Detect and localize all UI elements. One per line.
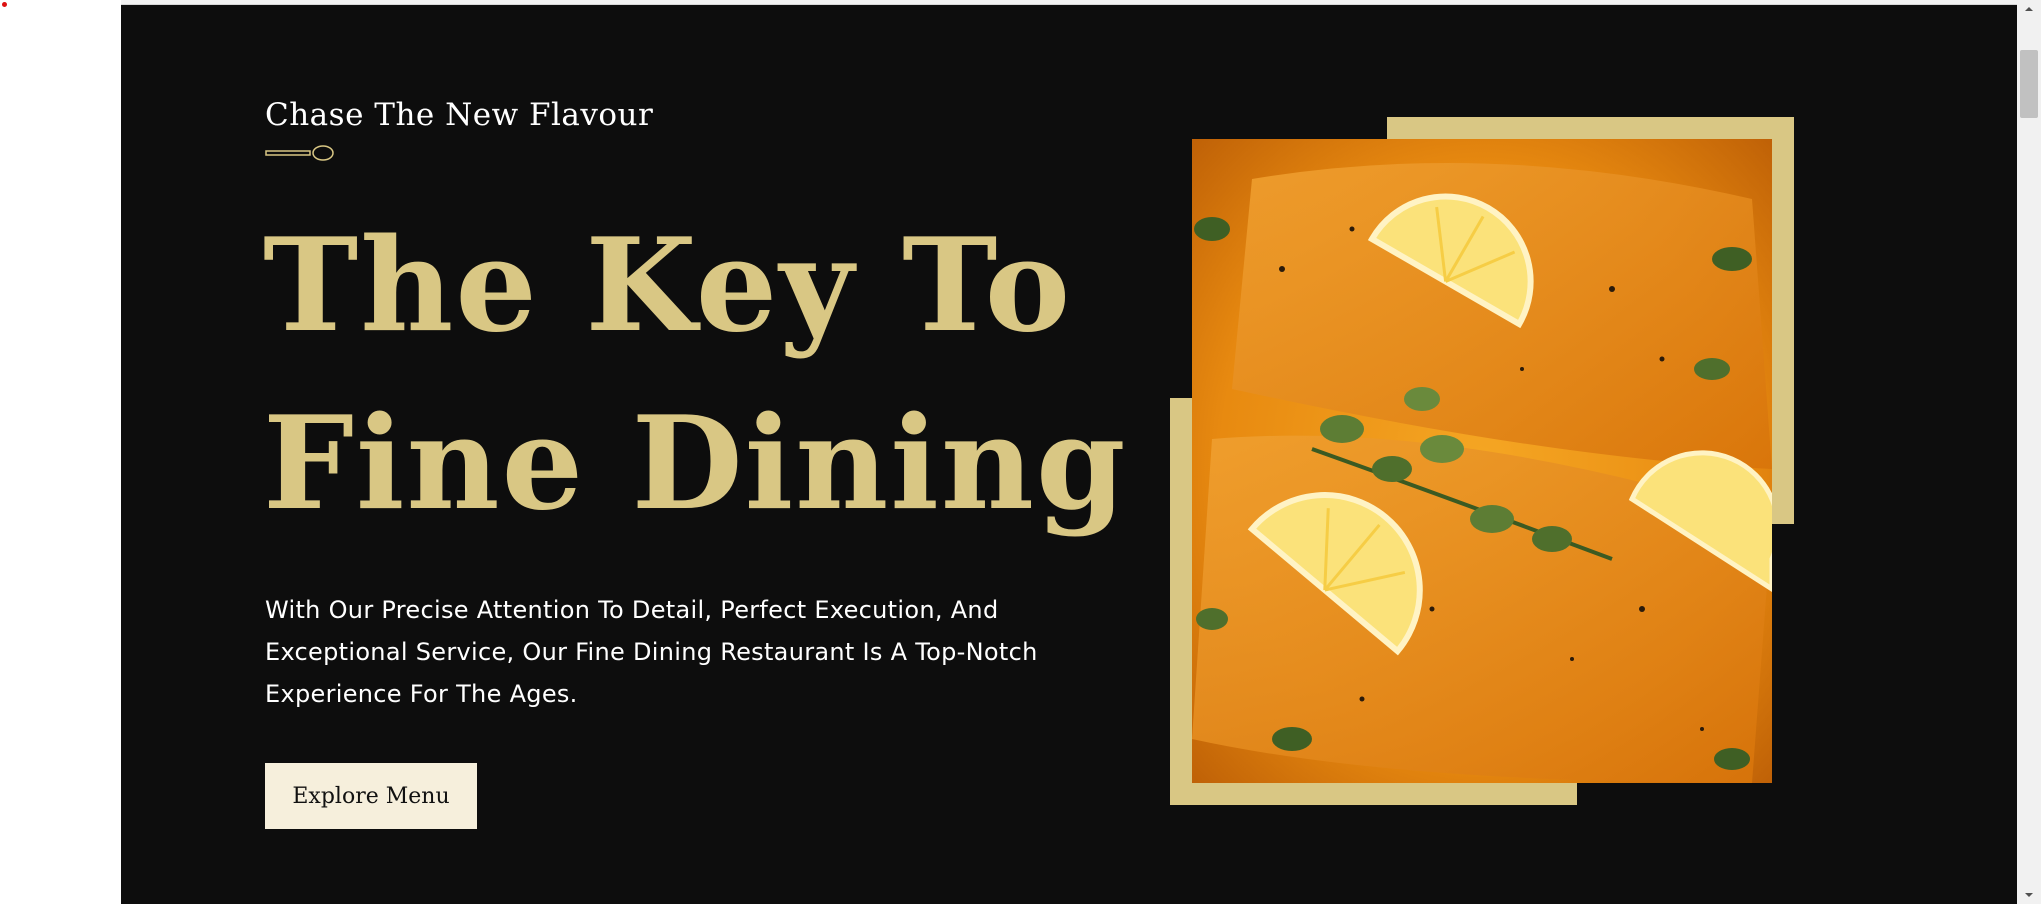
hero-section: Chase The New Flavour The Key To Fine Di…: [121, 5, 2017, 904]
corner-dot: [2, 2, 7, 7]
hero-title: The Key To Fine Dining: [263, 197, 1127, 553]
chevron-down-icon[interactable]: [2017, 886, 2041, 904]
hero-title-line-2: Fine Dining: [263, 389, 1128, 539]
hero-eyebrow: Chase The New Flavour: [265, 97, 654, 133]
chevron-up-icon[interactable]: [2017, 0, 2041, 18]
scrollbar-thumb[interactable]: [2020, 50, 2038, 118]
page-scrollbar[interactable]: [2017, 0, 2041, 904]
hero-title-line-1: The Key To: [263, 211, 1073, 361]
explore-menu-button[interactable]: Explore Menu: [265, 763, 477, 829]
hero-description: With Our Precise Attention To Detail, Pe…: [265, 596, 1038, 708]
spoon-icon: [265, 145, 334, 161]
hero-food-image: [1192, 139, 1772, 783]
